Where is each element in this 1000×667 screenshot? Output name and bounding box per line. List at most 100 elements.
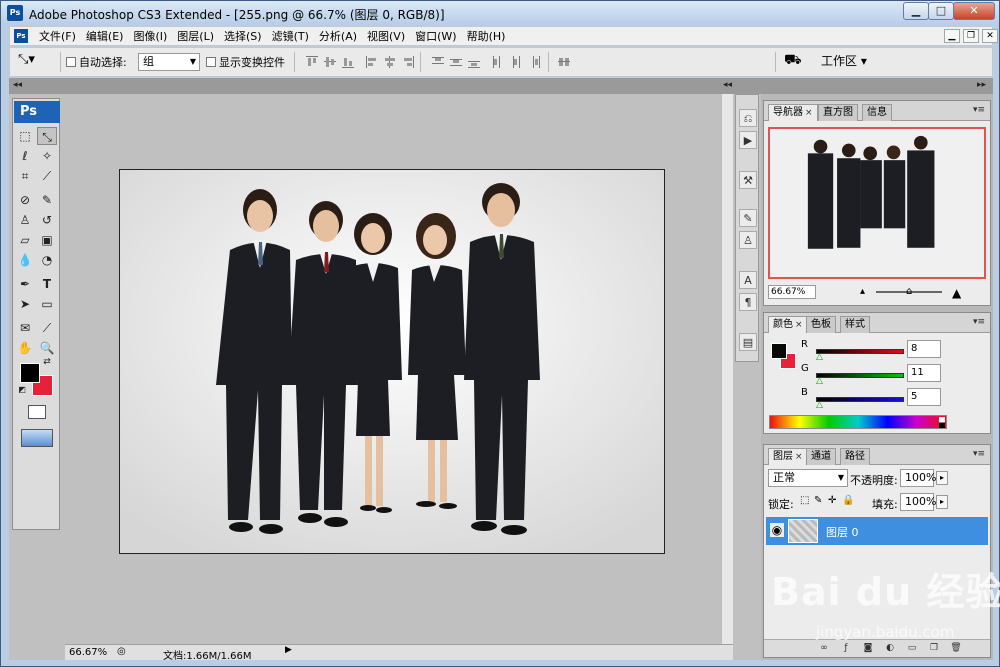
- red-value-field[interactable]: 8: [907, 340, 941, 358]
- close-icon[interactable]: ×: [805, 108, 813, 118]
- new-group-icon[interactable]: ▭: [906, 642, 918, 654]
- navigator-zoom-field[interactable]: 66.67%: [768, 285, 816, 299]
- menu-analysis[interactable]: 分析(A): [314, 30, 362, 43]
- navigator-preview[interactable]: [768, 127, 986, 279]
- opacity-field[interactable]: 100%: [900, 469, 936, 487]
- auto-align-layers-icon[interactable]: [558, 56, 570, 68]
- dodge-tool-icon[interactable]: ◔: [37, 251, 57, 269]
- menu-layer[interactable]: 图层(L): [172, 30, 219, 43]
- green-slider[interactable]: [816, 373, 904, 378]
- red-slider[interactable]: [816, 349, 904, 354]
- document-close-button[interactable]: ✕: [982, 29, 998, 43]
- tab-paths[interactable]: 路径: [840, 448, 870, 465]
- history-brush-tool-icon[interactable]: ↺: [37, 211, 57, 229]
- align-right-icon[interactable]: [402, 56, 414, 68]
- zoom-level[interactable]: 66.67%: [69, 647, 107, 658]
- show-transform-option[interactable]: 显示变换控件: [206, 54, 285, 70]
- eraser-tool-icon[interactable]: ▱: [15, 231, 35, 249]
- gradient-tool-icon[interactable]: ▣: [37, 231, 57, 249]
- type-tool-icon[interactable]: T: [37, 275, 57, 293]
- green-slider-thumb[interactable]: △: [816, 376, 823, 386]
- lasso-tool-icon[interactable]: ℓ: [15, 147, 35, 165]
- blue-value-field[interactable]: 5: [907, 388, 941, 406]
- link-layers-icon[interactable]: ∞: [818, 642, 830, 654]
- lock-all-icon[interactable]: 🔒: [842, 495, 854, 506]
- lock-position-icon[interactable]: ✛: [828, 495, 836, 506]
- tab-info[interactable]: 信息: [862, 104, 892, 121]
- black-white-ramp[interactable]: [939, 417, 945, 428]
- distribute-hcenter-icon[interactable]: [510, 56, 522, 68]
- layer-name[interactable]: 图层 0: [826, 524, 859, 540]
- brushes-panel-icon[interactable]: ✎: [739, 209, 757, 227]
- zoom-out-icon[interactable]: ▴: [860, 286, 865, 297]
- align-bottom-icon[interactable]: [342, 56, 354, 68]
- character-panel-icon[interactable]: A: [739, 271, 757, 289]
- distribute-top-icon[interactable]: [432, 56, 444, 68]
- auto-select-dropdown[interactable]: 组 ▼: [138, 53, 200, 71]
- tab-histogram[interactable]: 直方图: [818, 104, 858, 121]
- tool-presets-panel-icon[interactable]: ⚒: [739, 171, 757, 189]
- clone-stamp-tool-icon[interactable]: ♙: [15, 211, 35, 229]
- default-colors-icon[interactable]: ◩: [17, 385, 27, 395]
- menu-filter[interactable]: 滤镜(T): [267, 30, 314, 43]
- zoom-slider-thumb[interactable]: ⌂: [906, 286, 912, 297]
- menu-image[interactable]: 图像(I): [128, 30, 172, 43]
- pen-tool-icon[interactable]: ✒: [15, 275, 35, 293]
- slice-tool-icon[interactable]: ⟋: [37, 167, 57, 185]
- fill-arrow-icon[interactable]: ▸: [936, 495, 948, 509]
- collapse-right-icon[interactable]: ▸▸: [977, 80, 986, 90]
- layer-comps-panel-icon[interactable]: ▤: [739, 333, 757, 351]
- blend-mode-dropdown[interactable]: 正常 ▼: [768, 469, 848, 487]
- marquee-tool-icon[interactable]: ⬚: [15, 127, 35, 145]
- fill-field[interactable]: 100%: [900, 493, 936, 511]
- workspace-menu-button[interactable]: 工作区 ▾: [813, 53, 877, 71]
- distribute-right-icon[interactable]: [528, 56, 540, 68]
- paragraph-panel-icon[interactable]: ¶: [739, 293, 757, 311]
- actions-panel-icon[interactable]: ▶: [739, 131, 757, 149]
- panel-menu-icon[interactable]: ▾≡: [973, 105, 985, 115]
- red-slider-thumb[interactable]: △: [816, 352, 823, 362]
- lock-pixels-icon[interactable]: ✎: [814, 495, 822, 506]
- document-minimize-button[interactable]: ▁: [944, 29, 960, 43]
- zoom-tool-icon[interactable]: 🔍: [37, 339, 57, 357]
- close-button[interactable]: ✕: [953, 2, 995, 20]
- move-tool-preset-icon[interactable]: ⤡▾: [18, 52, 35, 67]
- color-spectrum-ramp[interactable]: [769, 415, 947, 429]
- green-value-field[interactable]: 11: [907, 364, 941, 382]
- blue-slider-thumb[interactable]: △: [816, 400, 823, 410]
- hand-tool-icon[interactable]: ✋: [15, 339, 35, 357]
- menu-window[interactable]: 窗口(W): [410, 30, 461, 43]
- auto-select-option[interactable]: 自动选择:: [66, 54, 127, 70]
- screen-mode-button[interactable]: [21, 429, 53, 447]
- vertical-scrollbar[interactable]: [721, 94, 733, 648]
- crop-tool-icon[interactable]: ⌗: [15, 167, 35, 185]
- distribute-vcenter-icon[interactable]: [450, 56, 462, 68]
- zoom-in-icon[interactable]: ▲: [952, 286, 961, 300]
- path-selection-tool-icon[interactable]: ➤: [15, 295, 35, 313]
- auto-select-checkbox[interactable]: [66, 57, 76, 67]
- status-menu-arrow-icon[interactable]: ▶: [285, 645, 292, 655]
- document-canvas[interactable]: [119, 169, 665, 554]
- layer-mask-icon[interactable]: ◙: [862, 642, 874, 654]
- menu-help[interactable]: 帮助(H): [462, 30, 511, 43]
- collapse-left-icon[interactable]: ◂◂: [13, 80, 22, 90]
- status-info-icon[interactable]: ◎: [117, 646, 126, 657]
- distribute-bottom-icon[interactable]: [468, 56, 480, 68]
- color-foreground-swatch[interactable]: [771, 343, 787, 359]
- opacity-arrow-icon[interactable]: ▸: [936, 471, 948, 485]
- blue-slider[interactable]: [816, 397, 904, 402]
- menu-edit[interactable]: 编辑(E): [81, 30, 129, 43]
- adjustment-layer-icon[interactable]: ◐: [884, 642, 896, 654]
- tab-navigator[interactable]: 导航器 ×: [768, 104, 818, 121]
- document-restore-button[interactable]: ❐: [963, 29, 979, 43]
- notes-tool-icon[interactable]: ✉: [15, 319, 35, 337]
- layer-row[interactable]: ◉ 图层 0: [766, 517, 988, 545]
- menu-select[interactable]: 选择(S): [219, 30, 267, 43]
- tab-color[interactable]: 颜色 ×: [768, 316, 808, 333]
- brush-tool-icon[interactable]: ✎: [37, 191, 57, 209]
- align-hcenter-icon[interactable]: [384, 56, 396, 68]
- foreground-color-swatch[interactable]: [20, 363, 40, 383]
- delete-layer-icon[interactable]: 🗑: [950, 642, 962, 654]
- tab-layers[interactable]: 图层 ×: [768, 448, 808, 465]
- bridge-icon[interactable]: ⛟: [784, 52, 802, 70]
